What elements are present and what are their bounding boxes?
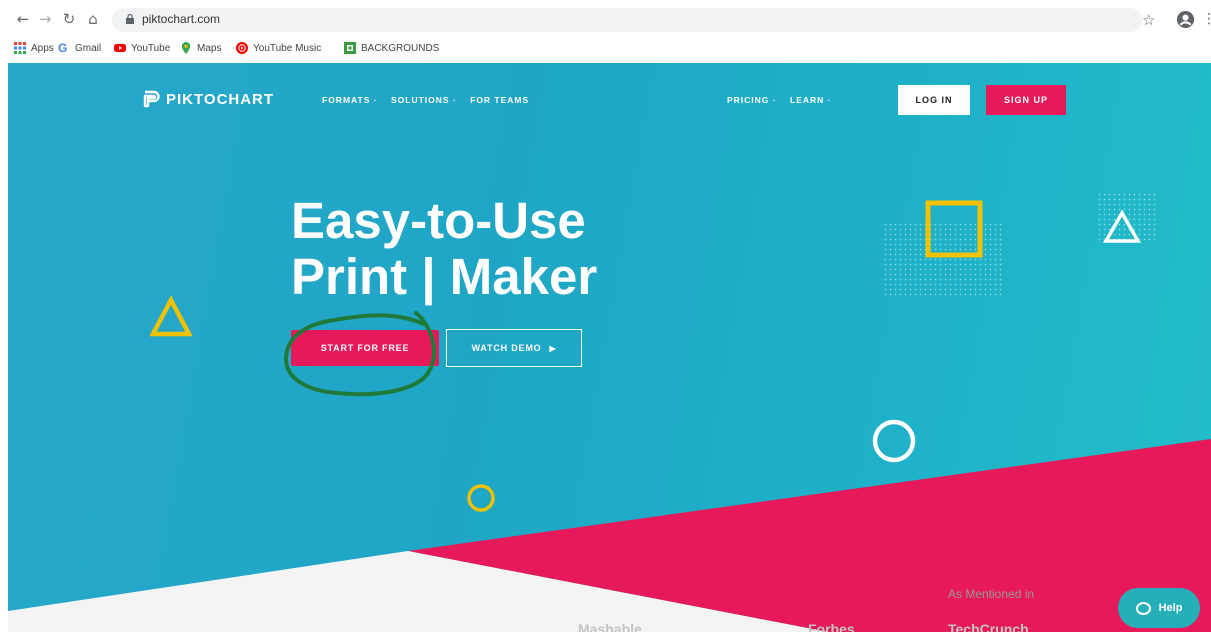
play-triangle-icon: ▶ [549, 343, 557, 353]
yellow-triangle-decoration [149, 295, 193, 337]
bookmark-label: Gmail [75, 42, 102, 54]
nav-solutions[interactable]: SOLUTIONS · [391, 95, 457, 105]
watch-demo-button[interactable]: WATCH DEMO ▶ [446, 329, 582, 367]
yellow-circle-decoration [467, 484, 495, 512]
bookmark-label: YouTube Music [253, 42, 322, 54]
youtube-icon [114, 44, 126, 52]
address-bar[interactable]: piktochart.com [112, 8, 1142, 32]
piktochart-logo[interactable]: PIKTOCHART [142, 90, 274, 108]
profile-avatar-icon[interactable] [1176, 10, 1195, 29]
forward-arrow-icon[interactable]: → [36, 10, 54, 28]
nav-learn[interactable]: LEARN · [790, 95, 831, 105]
reload-icon[interactable]: ↻ [60, 10, 78, 28]
help-label: Help [1158, 602, 1183, 614]
bookmark-label: Maps [197, 42, 222, 54]
white-circle-decoration [872, 419, 916, 463]
bookmark-youtube-music[interactable]: YouTube Music [236, 40, 321, 56]
browser-chrome: ← → ↻ ⌂ piktochart.com ☆ ⋮ Apps G Gmail … [0, 0, 1211, 62]
browser-menu-icon[interactable]: ⋮ [1202, 11, 1211, 27]
primary-nav: FORMATS · SOLUTIONS · FOR TEAMS [322, 95, 539, 105]
press-logo-techcrunch: TechCrunch [948, 621, 1029, 632]
signup-button[interactable]: SIGN UP [986, 85, 1066, 115]
as-mentioned-heading: As Mentioned in [948, 587, 1035, 601]
help-chat-button[interactable]: Help [1118, 588, 1200, 628]
press-logo-mashable: Mashable [578, 621, 642, 632]
apps-grid-icon [14, 42, 26, 54]
bookmark-label: Apps [31, 42, 54, 54]
watch-demo-label: WATCH DEMO [471, 343, 542, 353]
press-logo-forbes: Forbes [808, 621, 855, 632]
bookmark-maps[interactable]: Maps [180, 40, 221, 56]
youtube-music-icon [236, 42, 248, 54]
bookmark-youtube[interactable]: YouTube [114, 40, 170, 56]
brand-name: PIKTOCHART [166, 90, 275, 108]
headline-line-2: Print | Maker [291, 248, 598, 305]
login-button[interactable]: LOG IN [898, 85, 970, 115]
back-arrow-icon[interactable]: ← [14, 10, 32, 28]
headline-line-1: Easy-to-Use [291, 192, 586, 249]
bookmark-star-icon[interactable]: ☆ [1142, 11, 1155, 29]
nav-pricing[interactable]: PRICING · [727, 95, 777, 105]
bookmark-gmail[interactable]: G Gmail [58, 40, 101, 56]
hero-background-shapes [8, 439, 1211, 632]
nav-formats[interactable]: FORMATS · [322, 95, 378, 105]
bookmarks-bar: Apps G Gmail YouTube Maps YouTube Music … [0, 38, 1211, 58]
google-icon: G [58, 41, 68, 55]
green-hand-drawn-circle-annotation [283, 311, 436, 397]
bookmark-backgrounds[interactable]: BACKGROUNDS [344, 40, 439, 56]
bookmark-label: BACKGROUNDS [361, 42, 440, 54]
image-folder-icon [344, 42, 356, 54]
nav-for-teams[interactable]: FOR TEAMS [470, 95, 529, 105]
yellow-square-decoration [925, 200, 983, 258]
address-bar-row: ← → ↻ ⌂ piktochart.com ☆ ⋮ [0, 8, 1211, 32]
piktochart-hero: PIKTOCHART FORMATS · SOLUTIONS · FOR TEA… [8, 63, 1211, 632]
url-text: piktochart.com [142, 12, 221, 26]
piktochart-logo-icon [143, 90, 160, 108]
lock-icon [126, 14, 134, 24]
bookmark-apps[interactable]: Apps [14, 40, 54, 56]
secondary-nav: PRICING · LEARN · [727, 95, 841, 105]
hero-headline: Easy-to-Use Print | Maker [291, 193, 597, 305]
bookmark-label: YouTube [131, 42, 171, 54]
home-icon[interactable]: ⌂ [84, 10, 102, 28]
maps-pin-icon [181, 42, 191, 54]
white-triangle-decoration [1102, 209, 1142, 243]
chat-bubble-icon [1135, 601, 1151, 615]
